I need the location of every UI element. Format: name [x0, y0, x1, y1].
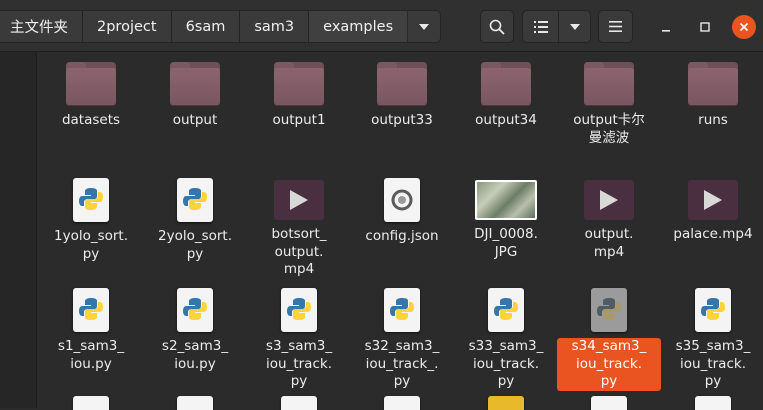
file-item[interactable]: s1_sam3_ iou.py: [37, 288, 145, 373]
file-label: s33_sam3_ iou_track. py: [468, 338, 544, 389]
list-view-icon: [533, 20, 548, 33]
folder-icon: [584, 62, 634, 106]
file-item[interactable]: palace.mp4: [659, 178, 763, 244]
file-label: output: [172, 112, 218, 128]
breadcrumb-6sam[interactable]: 6sam: [170, 10, 240, 43]
folder-icon: [274, 62, 324, 106]
file-item[interactable]: s32_sam3_ iou_track_. py: [348, 288, 456, 391]
file-label: s3_sam3_ iou_track. py: [265, 338, 333, 389]
file-label: output. mp4: [584, 226, 634, 260]
file-label: s2_sam3_ iou.py: [161, 338, 229, 372]
file-label: palace.mp4: [673, 226, 753, 242]
folder-item[interactable]: output33: [348, 56, 456, 130]
python-file-icon: [591, 288, 627, 332]
python-file-icon: [177, 178, 213, 222]
breadcrumb-sam3[interactable]: sam3: [239, 10, 309, 43]
file-label: config.json: [365, 228, 439, 244]
file-label: s32_sam3_ iou_track_. py: [364, 338, 440, 389]
video-file-icon: [274, 180, 324, 220]
close-button[interactable]: [732, 15, 756, 39]
view-toggle-button[interactable]: [522, 10, 559, 43]
file-grid: datasets output output1 output33 output3…: [37, 52, 763, 410]
minimize-icon: [662, 30, 670, 32]
file-label: DJI_0008. JPG: [474, 226, 538, 260]
folder-item[interactable]: output: [141, 56, 249, 130]
file-item[interactable]: DJI_0008. JPG: [452, 178, 560, 261]
main-menu-button[interactable]: [598, 10, 633, 43]
breadcrumb-2project[interactable]: 2project: [82, 10, 171, 43]
sidebar[interactable]: [0, 52, 37, 408]
video-file-icon: [688, 180, 738, 220]
folder-item[interactable]: output卡尔 曼滤波: [555, 56, 663, 147]
play-icon: [600, 190, 618, 210]
file-item[interactable]: 2yolo_sort. py: [141, 178, 249, 263]
file-item[interactable]: output. mp4: [555, 178, 663, 261]
python-file-icon: [73, 288, 109, 332]
breadcrumb-home[interactable]: 主文件夹: [0, 10, 82, 43]
folder-icon: [377, 62, 427, 106]
minimize-button[interactable]: [654, 15, 678, 39]
python-file-icon: [488, 288, 524, 332]
header-bar: 主文件夹 2project 6sam sam3 examples: [0, 0, 763, 52]
search-icon: [489, 19, 505, 35]
file-item[interactable]: s35_sam3_ iou_track. py: [659, 288, 763, 391]
python-file-icon: [384, 288, 420, 332]
python-file-icon: [695, 288, 731, 332]
file-item[interactable]: 1yolo_sort. py: [37, 178, 145, 263]
chevron-down-icon: [569, 23, 580, 30]
video-file-icon: [584, 180, 634, 220]
play-icon: [704, 190, 722, 210]
search-button[interactable]: [480, 10, 514, 43]
folder-item[interactable]: datasets: [37, 56, 145, 130]
breadcrumb: 主文件夹 2project 6sam sam3 examples: [0, 10, 442, 43]
file-label: 1yolo_sort. py: [53, 228, 129, 262]
python-file-icon: [73, 178, 109, 222]
file-label: output33: [371, 112, 433, 128]
file-label: s35_sam3_ iou_track. py: [675, 338, 751, 389]
python-file-icon: [281, 288, 317, 332]
breadcrumb-examples[interactable]: examples: [308, 10, 408, 43]
python-file-icon: [177, 288, 213, 332]
folder-item[interactable]: runs: [659, 56, 763, 130]
file-label: s34_sam3_ iou_track. py: [557, 338, 661, 391]
view-options-button[interactable]: [558, 10, 591, 43]
folder-icon: [170, 62, 220, 106]
json-file-icon: [384, 178, 420, 222]
maximize-icon: [700, 22, 710, 32]
file-item-selected[interactable]: s34_sam3_ iou_track. py: [555, 288, 663, 391]
file-item[interactable]: s2_sam3_ iou.py: [141, 288, 249, 373]
folder-icon: [66, 62, 116, 106]
file-item[interactable]: s33_sam3_ iou_track. py: [452, 288, 560, 391]
file-item[interactable]: botsort_ output. mp4: [245, 178, 353, 279]
file-item[interactable]: s3_sam3_ iou_track. py: [245, 288, 353, 391]
file-label: datasets: [61, 112, 121, 128]
file-label: s1_sam3_ iou.py: [57, 338, 125, 372]
file-label: output34: [475, 112, 537, 128]
file-label: 2yolo_sort. py: [157, 228, 233, 262]
image-thumbnail: [475, 180, 537, 220]
file-label: output1: [272, 112, 326, 128]
hamburger-menu-icon: [609, 21, 622, 32]
file-label: output卡尔 曼滤波: [573, 112, 645, 146]
maximize-button[interactable]: [693, 15, 717, 39]
folder-item[interactable]: output34: [452, 56, 560, 130]
folder-icon: [481, 62, 531, 106]
chevron-down-icon: [419, 23, 430, 30]
play-icon: [290, 190, 308, 210]
file-label: botsort_ output. mp4: [271, 226, 327, 277]
folder-item[interactable]: output1: [245, 56, 353, 130]
close-icon: [739, 22, 749, 32]
file-label: runs: [698, 112, 728, 128]
breadcrumb-menu-button[interactable]: [407, 10, 442, 43]
file-item[interactable]: config.json: [348, 178, 456, 246]
folder-icon: [688, 62, 738, 106]
